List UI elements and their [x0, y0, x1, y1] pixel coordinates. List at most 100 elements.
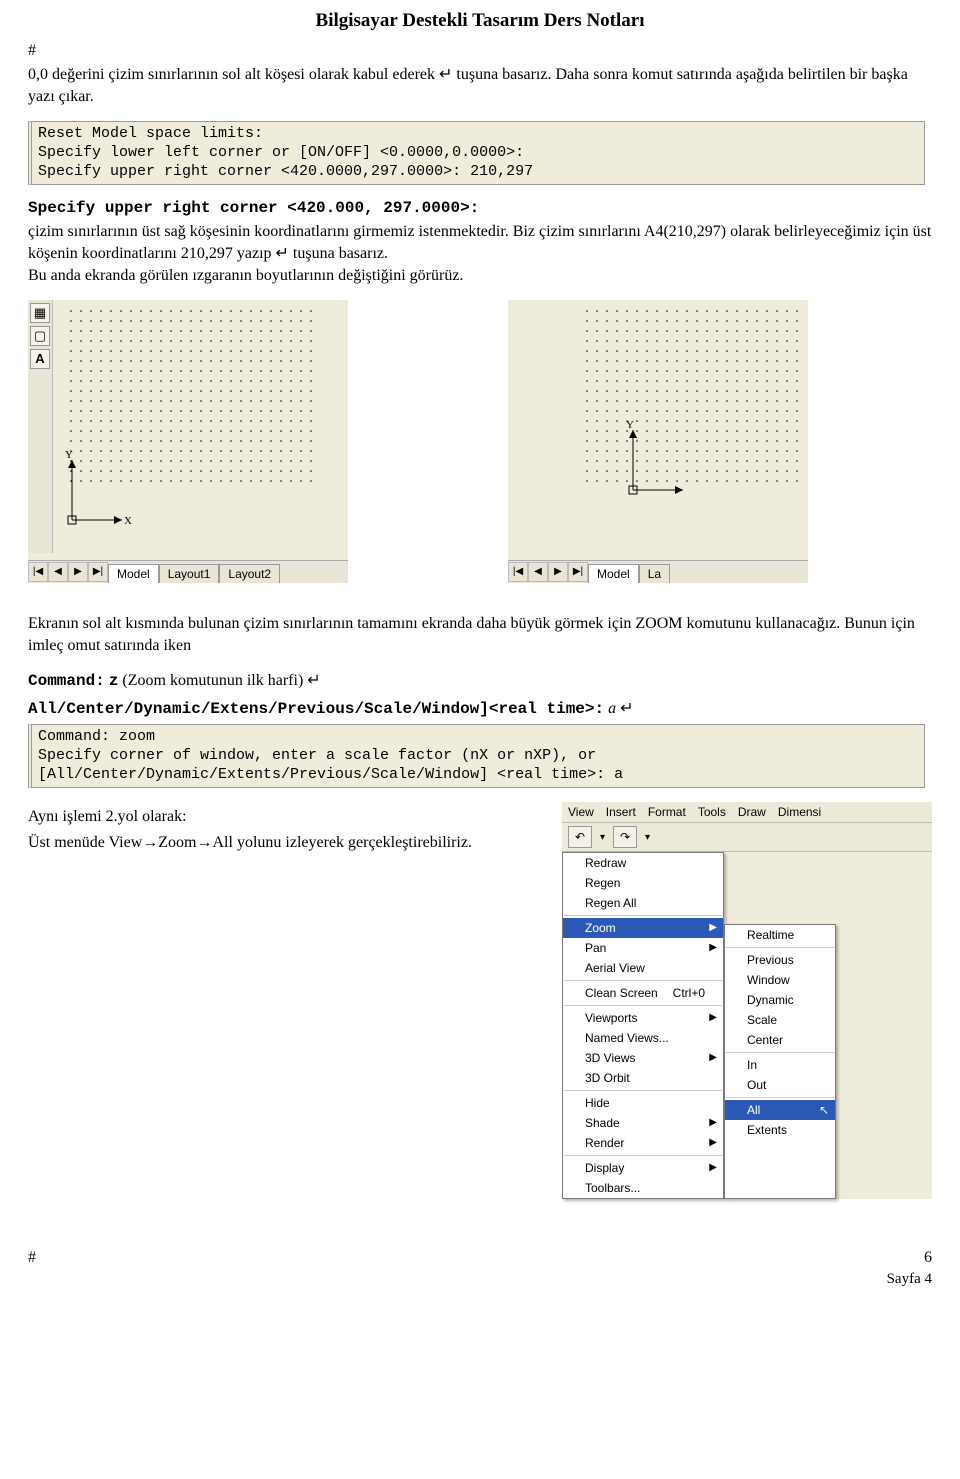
mi-in[interactable]: In: [725, 1055, 835, 1075]
redo-icon[interactable]: ↷: [613, 826, 637, 848]
footer-hash: #: [28, 1249, 36, 1267]
cmd1-line2: Specify lower left corner or [ON/OFF] <0…: [38, 144, 918, 163]
mi-clean-shortcut: Ctrl+0: [673, 986, 705, 1000]
cursor-icon: ↖: [819, 1103, 829, 1117]
grid-icon[interactable]: ▦: [30, 303, 50, 323]
chevron-right-icon: ▶: [709, 1052, 717, 1063]
all-line: All/Center/Dynamic/Extens/Previous/Scale…: [28, 700, 604, 718]
tabs-row-right: |◀ ◀ ▶ ▶| Model La: [508, 560, 808, 583]
footer: # 6: [28, 1249, 932, 1267]
mi-3dorbit[interactable]: 3D Orbit: [563, 1068, 723, 1088]
mi-toolbars[interactable]: Toolbars...: [563, 1178, 723, 1198]
footer-num: 6: [924, 1249, 932, 1267]
svg-text:Y: Y: [626, 420, 634, 431]
cmd2-line2: Specify corner of window, enter a scale …: [38, 747, 918, 766]
page-number: Sayfa 4: [28, 1271, 932, 1288]
mi-named-views[interactable]: Named Views...: [563, 1028, 723, 1048]
nav-prev-button-2[interactable]: ◀: [528, 562, 548, 582]
nav-next-button-2[interactable]: ▶: [548, 562, 568, 582]
enter-icon: ↵: [620, 700, 633, 717]
tab-layout2[interactable]: Layout2: [219, 564, 280, 583]
all-a: a: [608, 700, 616, 717]
snap-icon[interactable]: ▢: [30, 326, 50, 346]
chevron-right-icon: ▶: [709, 1137, 717, 1148]
mi-3dviews-label: 3D Views: [585, 1051, 635, 1065]
chevron-right-icon: ▶: [709, 942, 717, 953]
mi-extents[interactable]: Extents: [725, 1120, 835, 1140]
mi-regen[interactable]: Regen: [563, 873, 723, 893]
nav-first-button-2[interactable]: |◀: [508, 562, 528, 582]
mi-out[interactable]: Out: [725, 1075, 835, 1095]
paragraph-2a: çizim sınırlarının üst sağ köşesinin koo…: [28, 223, 931, 262]
nav-prev-button[interactable]: ◀: [48, 562, 68, 582]
mi-hide[interactable]: Hide: [563, 1093, 723, 1113]
menu-screenshot: View Insert Format Tools Draw Dimensi ↶ …: [562, 802, 932, 1199]
mi-scale[interactable]: Scale: [725, 1010, 835, 1030]
cmd2-line1: Command: zoom: [38, 728, 918, 747]
mi-window[interactable]: Window: [725, 970, 835, 990]
menu-tools[interactable]: Tools: [698, 805, 726, 819]
specify-bold: Specify upper right corner <420.000, 297…: [28, 199, 479, 217]
mi-zoom-label: Zoom: [585, 921, 616, 935]
paragraph-3: Ekranın sol alt kısmında bulunan çizim s…: [28, 613, 932, 656]
mi-viewports[interactable]: Viewports▶: [563, 1008, 723, 1028]
separator: [564, 915, 722, 916]
mi-3dviews[interactable]: 3D Views ▶: [563, 1048, 723, 1068]
mi-dynamic[interactable]: Dynamic: [725, 990, 835, 1010]
grid-panel-left: ▦ ▢ A /*dots drawn via css would be heav…: [28, 300, 348, 583]
menu-dimension[interactable]: Dimensi: [778, 805, 821, 819]
menu-format[interactable]: Format: [648, 805, 686, 819]
mi-display-label: Display: [585, 1161, 624, 1175]
mi-previous[interactable]: Previous: [725, 950, 835, 970]
menu-insert[interactable]: Insert: [606, 805, 636, 819]
zoom-submenu: Realtime Previous Window Dynamic Scale C…: [724, 924, 836, 1199]
command-z-note: (Zoom komutunun ilk harfi) ↵: [122, 672, 320, 689]
chevron-right-icon: ▶: [709, 1012, 717, 1023]
chevron-right-icon: ▶: [709, 922, 717, 933]
command-box-2: Command: zoom Specify corner of window, …: [28, 724, 925, 788]
menu-draw[interactable]: Draw: [738, 805, 766, 819]
chevron-right-icon: ▶: [709, 1162, 717, 1173]
toolbar-2: ↶ ▾ ↷ ▾: [562, 823, 932, 852]
paragraph-2b: Bu anda ekranda görülen ızgaranın boyutl…: [28, 267, 463, 284]
cmd2-line3: [All/Center/Dynamic/Extents/Previous/Sca…: [38, 766, 918, 785]
page-title: Bilgisayar Destekli Tasarım Ders Notları: [28, 10, 932, 32]
separator: [564, 1090, 722, 1091]
mi-pan[interactable]: Pan▶: [563, 938, 723, 958]
mi-render[interactable]: Render▶: [563, 1133, 723, 1153]
separator: [726, 1097, 834, 1098]
command-box-1: Reset Model space limits: Specify lower …: [28, 121, 925, 185]
tab-model[interactable]: Model: [108, 564, 159, 583]
text-a-icon[interactable]: A: [30, 349, 50, 369]
mi-zoom[interactable]: Zoom ▶: [563, 918, 723, 938]
para-2yol: Aynı işlemi 2.yol olarak:: [28, 806, 538, 828]
tab-la[interactable]: La: [639, 564, 670, 583]
mi-clean-label: Clean Screen: [585, 986, 658, 1000]
grid-panel-right: Y |◀ ◀ ▶ ▶| Model La: [508, 300, 808, 583]
para-view-zoom-all: Üst menüde View→Zoom→All yolunu izleyere…: [28, 832, 538, 854]
nav-last-button[interactable]: ▶|: [88, 562, 108, 582]
nav-first-button[interactable]: |◀: [28, 562, 48, 582]
undo-icon[interactable]: ↶: [568, 826, 592, 848]
mi-center[interactable]: Center: [725, 1030, 835, 1050]
separator: [564, 1155, 722, 1156]
menu-view[interactable]: View: [568, 805, 594, 819]
mi-redraw[interactable]: Redraw: [563, 853, 723, 873]
separator: [726, 1052, 834, 1053]
mi-regen-all[interactable]: Regen All: [563, 893, 723, 913]
chevron-right-icon: ▶: [709, 1117, 717, 1128]
mi-aerial[interactable]: Aerial View: [563, 958, 723, 978]
tab-layout1[interactable]: Layout1: [159, 564, 220, 583]
mi-all[interactable]: All ↖: [725, 1100, 835, 1120]
mi-shade[interactable]: Shade▶: [563, 1113, 723, 1133]
nav-next-button[interactable]: ▶: [68, 562, 88, 582]
mi-realtime[interactable]: Realtime: [725, 925, 835, 945]
mi-clean-screen[interactable]: Clean Screen Ctrl+0: [563, 983, 723, 1003]
cmd1-line3: Specify upper right corner <420.0000,297…: [38, 163, 918, 182]
tab-model-2[interactable]: Model: [588, 564, 639, 583]
mi-display[interactable]: Display ▶: [563, 1158, 723, 1178]
mi-all-label: All: [747, 1103, 760, 1117]
svg-text:Y: Y: [65, 450, 73, 461]
nav-last-button-2[interactable]: ▶|: [568, 562, 588, 582]
paragraph-1: 0,0 değerini çizim sınırlarının sol alt …: [28, 64, 932, 107]
